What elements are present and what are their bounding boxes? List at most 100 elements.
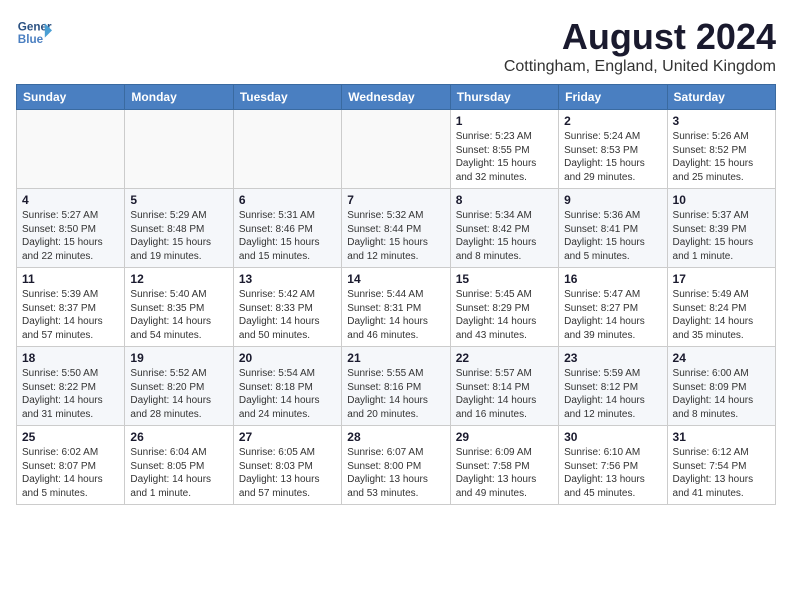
weekday-header-sunday: Sunday bbox=[17, 85, 125, 110]
day-info: Sunrise: 5:32 AM Sunset: 8:44 PM Dayligh… bbox=[347, 209, 444, 263]
logo: General Blue bbox=[16, 16, 52, 52]
day-number: 4 bbox=[22, 193, 119, 207]
day-info: Sunrise: 5:45 AM Sunset: 8:29 PM Dayligh… bbox=[456, 288, 553, 342]
day-number: 19 bbox=[130, 351, 227, 365]
day-number: 15 bbox=[456, 272, 553, 286]
calendar-cell: 25 Sunrise: 6:02 AM Sunset: 8:07 PM Dayli… bbox=[17, 426, 125, 505]
day-number: 24 bbox=[673, 351, 770, 365]
day-number: 27 bbox=[239, 430, 336, 444]
day-info: Sunrise: 6:12 AM Sunset: 7:54 PM Dayligh… bbox=[673, 446, 770, 500]
calendar-cell: 17Sunrise: 5:49 AM Sunset: 8:24 PM Dayli… bbox=[667, 268, 775, 347]
calendar-cell: 12 Sunrise: 5:40 AM Sunset: 8:35 PM Dayli… bbox=[125, 268, 233, 347]
calendar-cell: 13 Sunrise: 5:42 AM Sunset: 8:33 PM Dayli… bbox=[233, 268, 341, 347]
weekday-header-thursday: Thursday bbox=[450, 85, 558, 110]
day-number: 14 bbox=[347, 272, 444, 286]
day-number: 20 bbox=[239, 351, 336, 365]
calendar-cell: 10 Sunrise: 5:37 AM Sunset: 8:39 PM Dayli… bbox=[667, 189, 775, 268]
day-info: Sunrise: 6:09 AM Sunset: 7:58 PM Dayligh… bbox=[456, 446, 553, 500]
day-number: 25 bbox=[22, 430, 119, 444]
day-number: 7 bbox=[347, 193, 444, 207]
weekday-header-wednesday: Wednesday bbox=[342, 85, 450, 110]
calendar-cell: 5 Sunrise: 5:29 AM Sunset: 8:48 PM Daylig… bbox=[125, 189, 233, 268]
day-info: Sunrise: 6:00 AM Sunset: 8:09 PM Dayligh… bbox=[673, 367, 770, 421]
weekday-header-friday: Friday bbox=[559, 85, 667, 110]
day-number: 13 bbox=[239, 272, 336, 286]
calendar-cell: 23Sunrise: 5:59 AM Sunset: 8:12 PM Dayli… bbox=[559, 347, 667, 426]
calendar-cell bbox=[233, 110, 341, 189]
calendar-cell: 2 Sunrise: 5:24 AM Sunset: 8:53 PM Daylig… bbox=[559, 110, 667, 189]
day-info: Sunrise: 6:07 AM Sunset: 8:00 PM Dayligh… bbox=[347, 446, 444, 500]
calendar-cell: 22 Sunrise: 5:57 AM Sunset: 8:14 PM Dayli… bbox=[450, 347, 558, 426]
calendar-cell: 16 Sunrise: 5:47 AM Sunset: 8:27 PM Dayli… bbox=[559, 268, 667, 347]
day-number: 26 bbox=[130, 430, 227, 444]
svg-text:Blue: Blue bbox=[18, 33, 44, 46]
day-info: Sunrise: 5:34 AM Sunset: 8:42 PM Dayligh… bbox=[456, 209, 553, 263]
day-info: Sunrise: 5:52 AM Sunset: 8:20 PM Dayligh… bbox=[130, 367, 227, 421]
day-number: 31 bbox=[673, 430, 770, 444]
day-info: Sunrise: 5:49 AM Sunset: 8:24 PM Dayligh… bbox=[673, 288, 770, 342]
day-number: 2 bbox=[564, 114, 661, 128]
calendar-cell: 24 Sunrise: 6:00 AM Sunset: 8:09 PM Dayli… bbox=[667, 347, 775, 426]
day-number: 3 bbox=[673, 114, 770, 128]
day-info: Sunrise: 5:37 AM Sunset: 8:39 PM Dayligh… bbox=[673, 209, 770, 263]
calendar-cell: 14 Sunrise: 5:44 AM Sunset: 8:31 PM Dayli… bbox=[342, 268, 450, 347]
day-info: Sunrise: 5:24 AM Sunset: 8:53 PM Dayligh… bbox=[564, 130, 661, 184]
day-info: Sunrise: 5:59 AM Sunset: 8:12 PM Dayligh… bbox=[564, 367, 661, 421]
calendar-cell: 9 Sunrise: 5:36 AM Sunset: 8:41 PM Daylig… bbox=[559, 189, 667, 268]
day-number: 11 bbox=[22, 272, 119, 286]
day-info: Sunrise: 6:02 AM Sunset: 8:07 PM Dayligh… bbox=[22, 446, 119, 500]
day-info: Sunrise: 5:36 AM Sunset: 8:41 PM Dayligh… bbox=[564, 209, 661, 263]
day-number: 1 bbox=[456, 114, 553, 128]
calendar-cell: 20 Sunrise: 5:54 AM Sunset: 8:18 PM Dayli… bbox=[233, 347, 341, 426]
weekday-header-monday: Monday bbox=[125, 85, 233, 110]
calendar-cell bbox=[17, 110, 125, 189]
location-subtitle: Cottingham, England, United Kingdom bbox=[504, 58, 776, 76]
calendar-cell: 26Sunrise: 6:04 AM Sunset: 8:05 PM Dayli… bbox=[125, 426, 233, 505]
calendar-cell: 7 Sunrise: 5:32 AM Sunset: 8:44 PM Daylig… bbox=[342, 189, 450, 268]
day-number: 5 bbox=[130, 193, 227, 207]
day-number: 8 bbox=[456, 193, 553, 207]
day-number: 10 bbox=[673, 193, 770, 207]
day-info: Sunrise: 6:05 AM Sunset: 8:03 PM Dayligh… bbox=[239, 446, 336, 500]
calendar-cell: 19 Sunrise: 5:52 AM Sunset: 8:20 PM Dayli… bbox=[125, 347, 233, 426]
day-number: 16 bbox=[564, 272, 661, 286]
day-info: Sunrise: 5:27 AM Sunset: 8:50 PM Dayligh… bbox=[22, 209, 119, 263]
calendar-cell: 21Sunrise: 5:55 AM Sunset: 8:16 PM Dayli… bbox=[342, 347, 450, 426]
day-info: Sunrise: 5:31 AM Sunset: 8:46 PM Dayligh… bbox=[239, 209, 336, 263]
calendar-cell: 11 Sunrise: 5:39 AM Sunset: 8:37 PM Dayli… bbox=[17, 268, 125, 347]
day-number: 29 bbox=[456, 430, 553, 444]
day-number: 22 bbox=[456, 351, 553, 365]
calendar-cell: 27 Sunrise: 6:05 AM Sunset: 8:03 PM Dayli… bbox=[233, 426, 341, 505]
day-number: 9 bbox=[564, 193, 661, 207]
calendar-cell: 15 Sunrise: 5:45 AM Sunset: 8:29 PM Dayli… bbox=[450, 268, 558, 347]
calendar-table: SundayMondayTuesdayWednesdayThursdayFrid… bbox=[16, 84, 776, 505]
day-info: Sunrise: 5:42 AM Sunset: 8:33 PM Dayligh… bbox=[239, 288, 336, 342]
weekday-header-tuesday: Tuesday bbox=[233, 85, 341, 110]
calendar-cell: 30Sunrise: 6:10 AM Sunset: 7:56 PM Dayli… bbox=[559, 426, 667, 505]
logo-icon: General Blue bbox=[16, 16, 52, 52]
day-number: 28 bbox=[347, 430, 444, 444]
day-info: Sunrise: 6:10 AM Sunset: 7:56 PM Dayligh… bbox=[564, 446, 661, 500]
calendar-cell: 4 Sunrise: 5:27 AM Sunset: 8:50 PM Daylig… bbox=[17, 189, 125, 268]
calendar-cell: 31 Sunrise: 6:12 AM Sunset: 7:54 PM Dayli… bbox=[667, 426, 775, 505]
day-info: Sunrise: 5:40 AM Sunset: 8:35 PM Dayligh… bbox=[130, 288, 227, 342]
day-info: Sunrise: 5:47 AM Sunset: 8:27 PM Dayligh… bbox=[564, 288, 661, 342]
day-number: 18 bbox=[22, 351, 119, 365]
calendar-cell: 28 Sunrise: 6:07 AM Sunset: 8:00 PM Dayli… bbox=[342, 426, 450, 505]
calendar-cell: 1 Sunrise: 5:23 AM Sunset: 8:55 PM Daylig… bbox=[450, 110, 558, 189]
day-info: Sunrise: 5:54 AM Sunset: 8:18 PM Dayligh… bbox=[239, 367, 336, 421]
calendar-cell: 6 Sunrise: 5:31 AM Sunset: 8:46 PM Daylig… bbox=[233, 189, 341, 268]
day-number: 12 bbox=[130, 272, 227, 286]
day-info: Sunrise: 5:50 AM Sunset: 8:22 PM Dayligh… bbox=[22, 367, 119, 421]
weekday-header-saturday: Saturday bbox=[667, 85, 775, 110]
day-info: Sunrise: 5:55 AM Sunset: 8:16 PM Dayligh… bbox=[347, 367, 444, 421]
day-number: 6 bbox=[239, 193, 336, 207]
day-info: Sunrise: 5:39 AM Sunset: 8:37 PM Dayligh… bbox=[22, 288, 119, 342]
day-info: Sunrise: 5:44 AM Sunset: 8:31 PM Dayligh… bbox=[347, 288, 444, 342]
calendar-cell: 29 Sunrise: 6:09 AM Sunset: 7:58 PM Dayli… bbox=[450, 426, 558, 505]
day-info: Sunrise: 5:57 AM Sunset: 8:14 PM Dayligh… bbox=[456, 367, 553, 421]
day-info: Sunrise: 5:29 AM Sunset: 8:48 PM Dayligh… bbox=[130, 209, 227, 263]
calendar-cell bbox=[342, 110, 450, 189]
page-header: General Blue August 2024 Cottingham, Eng… bbox=[16, 16, 776, 76]
day-info: Sunrise: 5:23 AM Sunset: 8:55 PM Dayligh… bbox=[456, 130, 553, 184]
